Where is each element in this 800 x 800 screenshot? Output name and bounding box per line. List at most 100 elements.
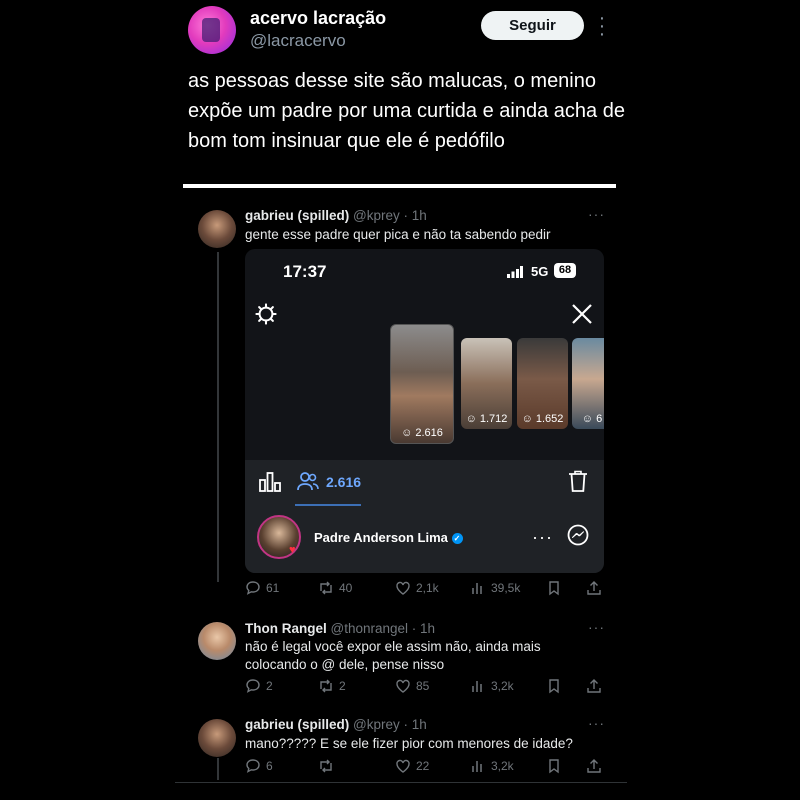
verified-icon: ✓ bbox=[451, 533, 463, 545]
network-label: 5G bbox=[531, 264, 549, 279]
reply-avatar[interactable] bbox=[198, 622, 236, 660]
story-view-count: ☺ 1.652 bbox=[521, 413, 564, 425]
views-icon bbox=[472, 583, 482, 594]
reply-time: · 1h bbox=[403, 717, 427, 732]
bookmark-icon bbox=[549, 581, 559, 596]
messenger-icon[interactable] bbox=[567, 524, 589, 546]
reply-author-handle: @kprey bbox=[353, 717, 400, 732]
reply-author-name: gabrieu (spilled) bbox=[245, 208, 350, 223]
views-count: 39,5k bbox=[491, 581, 521, 595]
signal-icon bbox=[507, 266, 523, 278]
share-button[interactable] bbox=[586, 580, 602, 596]
reply-avatar[interactable] bbox=[198, 210, 236, 248]
reply-avatar[interactable] bbox=[198, 719, 236, 757]
trash-icon[interactable] bbox=[568, 470, 588, 492]
views-count: 3,2k bbox=[491, 679, 514, 693]
like-button[interactable]: 22 bbox=[395, 758, 429, 774]
author-handle[interactable]: @lacracervo bbox=[250, 31, 346, 51]
reply-count: 2 bbox=[266, 679, 273, 693]
reply-text: mano????? E se ele fizer pior com menore… bbox=[245, 736, 573, 751]
viewers-panel: 2.616 ♥ Padre Anderson Lima ✓ ··· bbox=[245, 460, 604, 573]
follow-button[interactable]: Seguir bbox=[481, 11, 584, 40]
retweet-icon bbox=[320, 679, 332, 693]
reply-count: 6 bbox=[266, 759, 273, 773]
like-button[interactable]: 2,1k bbox=[395, 580, 439, 596]
story-view-count: ☺ 6 bbox=[581, 413, 603, 425]
story-view-count: ☺ 2.616 bbox=[401, 427, 443, 439]
share-button[interactable] bbox=[586, 678, 602, 694]
views-button[interactable]: 3,2k bbox=[470, 758, 514, 774]
views-button[interactable]: 39,5k bbox=[470, 580, 520, 596]
viewers-icon[interactable] bbox=[297, 470, 319, 492]
tweet-text: as pessoas desse site são malucas, o men… bbox=[188, 70, 625, 152]
retweet-count: 40 bbox=[339, 581, 353, 595]
retweet-button[interactable]: 2 bbox=[318, 678, 346, 694]
share-icon bbox=[587, 759, 601, 773]
reply-more-icon[interactable]: ··· bbox=[588, 206, 605, 222]
author-display-name[interactable]: acervo lacração bbox=[250, 8, 386, 29]
reply-actions: 61 40 2,1k 39,5k bbox=[245, 580, 605, 600]
reply-actions: 6 22 3,2k bbox=[245, 758, 605, 778]
views-icon bbox=[472, 761, 482, 772]
story-thumbnail[interactable]: ☺ 1.652 bbox=[517, 338, 568, 429]
views-count: 3,2k bbox=[491, 759, 514, 773]
battery-icon: 68 bbox=[554, 263, 576, 278]
reply-more-icon[interactable]: ··· bbox=[588, 619, 605, 635]
share-button[interactable] bbox=[586, 758, 602, 774]
bookmark-button[interactable] bbox=[546, 758, 562, 774]
bookmark-button[interactable] bbox=[546, 678, 562, 694]
bookmark-icon bbox=[549, 679, 559, 694]
story-view-count: ☺ 1.712 bbox=[465, 413, 508, 425]
author-avatar[interactable] bbox=[188, 6, 236, 54]
thread-line bbox=[217, 252, 219, 582]
heart-icon: ♥ bbox=[289, 544, 296, 556]
like-count: 22 bbox=[416, 759, 430, 773]
retweet-count: 2 bbox=[339, 679, 346, 693]
viewer-name: Padre Anderson Lima bbox=[314, 530, 448, 545]
viewer-more-icon[interactable]: ··· bbox=[532, 527, 553, 548]
divider bbox=[183, 184, 616, 188]
views-button[interactable]: 3,2k bbox=[470, 678, 514, 694]
viewers-count[interactable]: 2.616 bbox=[326, 474, 361, 490]
retweet-button[interactable]: 40 bbox=[318, 580, 352, 596]
story-thumbnail[interactable]: ☺ 2.616 bbox=[390, 324, 454, 444]
story-thumbnail[interactable]: ☺ 6 bbox=[572, 338, 604, 429]
reply-author-name: Thon Rangel bbox=[245, 621, 327, 636]
reply-text: gente esse padre quer pica e não ta sabe… bbox=[245, 227, 551, 242]
reply-count: 61 bbox=[266, 581, 280, 595]
comment-icon bbox=[246, 679, 260, 693]
reply-button[interactable]: 2 bbox=[245, 678, 273, 694]
close-icon[interactable] bbox=[571, 303, 593, 325]
like-count: 85 bbox=[416, 679, 430, 693]
reply-actions: 2 2 85 3,2k bbox=[245, 678, 605, 698]
gear-icon[interactable] bbox=[255, 303, 277, 325]
story-thumbnail[interactable]: ☺ 1.712 bbox=[461, 338, 512, 429]
like-button[interactable]: 85 bbox=[395, 678, 429, 694]
tab-underline bbox=[295, 504, 361, 506]
reply-button[interactable]: 6 bbox=[245, 758, 273, 774]
reply-author[interactable]: Thon Rangel @thonrangel · 1h bbox=[245, 621, 435, 636]
reply-author[interactable]: gabrieu (spilled) @kprey · 1h bbox=[245, 717, 427, 732]
divider bbox=[175, 782, 627, 783]
bookmark-button[interactable] bbox=[546, 580, 562, 596]
viewer-row[interactable]: Padre Anderson Lima ✓ bbox=[314, 530, 463, 545]
views-icon bbox=[472, 681, 482, 692]
comment-icon bbox=[246, 759, 260, 773]
heart-icon bbox=[396, 581, 410, 595]
reply-author[interactable]: gabrieu (spilled) @kprey · 1h bbox=[245, 208, 427, 223]
reply-author-handle: @kprey bbox=[353, 208, 400, 223]
insights-chart-icon[interactable] bbox=[259, 470, 281, 492]
share-icon bbox=[587, 679, 601, 693]
reply-more-icon[interactable]: ··· bbox=[588, 715, 605, 731]
reply-time: · 1h bbox=[403, 208, 427, 223]
embedded-screenshot[interactable]: 17:37 5G 68 ☺ 2.616 ☺ 1.712 ☺ 1.652 ☺ 6 … bbox=[245, 249, 604, 573]
reply-button[interactable]: 61 bbox=[245, 580, 279, 596]
reply-text: não é legal você expor ele assim não, ai… bbox=[245, 639, 541, 672]
thread-line bbox=[217, 758, 219, 780]
retweet-icon bbox=[320, 759, 332, 773]
share-icon bbox=[587, 581, 601, 595]
heart-icon bbox=[396, 679, 410, 693]
comment-icon bbox=[246, 581, 260, 595]
retweet-button[interactable] bbox=[318, 758, 339, 774]
more-options-icon[interactable]: · · · bbox=[596, 8, 608, 44]
